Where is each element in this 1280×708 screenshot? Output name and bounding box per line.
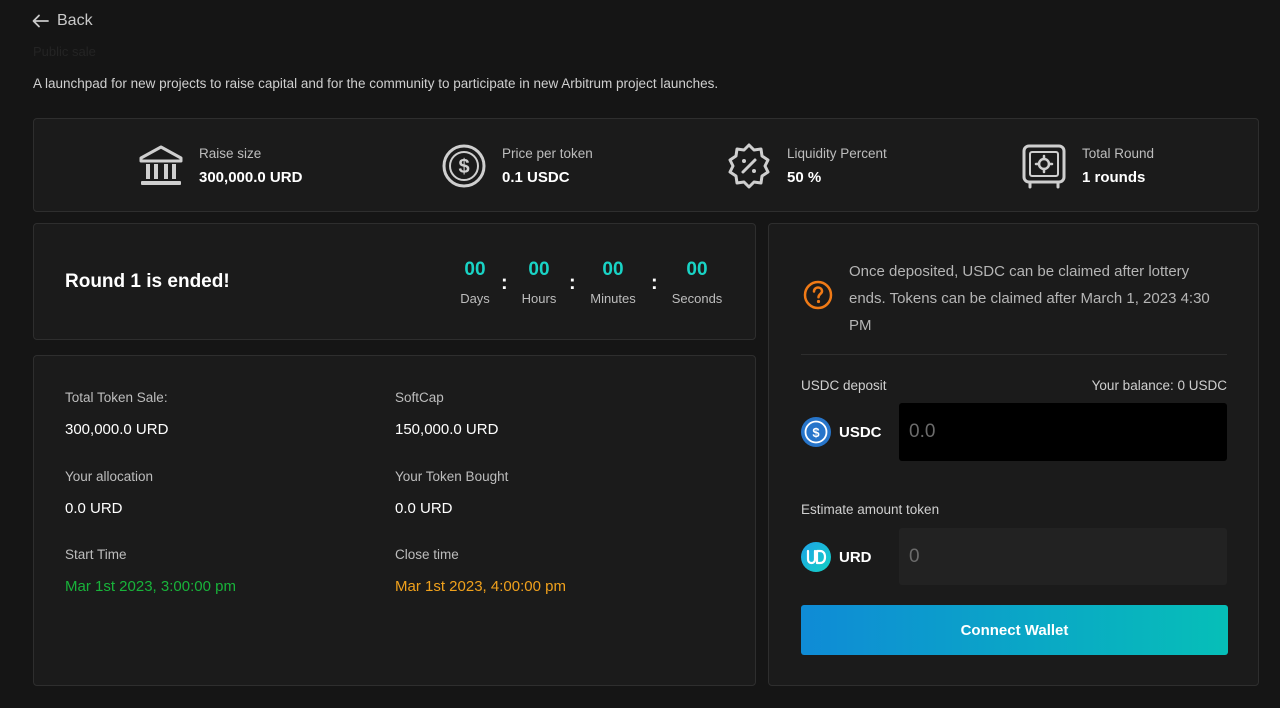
- stats-bar: Raise size 300,000.0 URD $ Price per tok…: [33, 118, 1259, 212]
- dollar-coin-icon: $: [440, 142, 488, 190]
- estimate-amount-label: Estimate amount token: [801, 502, 940, 517]
- sale-info-card: Total Token Sale: 300,000.0 URD SoftCap …: [33, 355, 756, 686]
- divider: [801, 354, 1227, 355]
- deposit-notice: Once deposited, USDC can be claimed afte…: [849, 263, 1210, 334]
- back-button[interactable]: Back: [32, 12, 93, 30]
- stat-total-round: Total Round 1 rounds: [1020, 119, 1154, 213]
- urd-coin-icon: [801, 542, 831, 572]
- stat-liquidity-percent: Liquidity Percent 50 %: [725, 119, 887, 213]
- stat-label: Total Round: [1082, 146, 1155, 161]
- stat-label: Price per token: [502, 146, 593, 161]
- svg-text:$: $: [812, 425, 820, 440]
- countdown-hours-label: Hours: [521, 291, 557, 306]
- your-token-bought-label: Your Token Bought: [395, 469, 509, 484]
- urd-token: URD: [801, 542, 872, 572]
- usdc-deposit-label: USDC deposit: [801, 378, 887, 393]
- round-status-title: Round 1 is ended!: [65, 271, 230, 292]
- stat-value: 1 rounds: [1082, 169, 1146, 186]
- usdc-token-label: USDC: [839, 423, 882, 441]
- urd-token-label: URD: [839, 548, 872, 566]
- softcap-value: 150,000.0 URD: [395, 421, 499, 438]
- start-time-value: Mar 1st 2023, 3:00:00 pm: [65, 578, 236, 595]
- stat-value: 0.1 USDC: [502, 169, 570, 186]
- estimate-amount-field: 0: [899, 528, 1227, 585]
- round-status-card: Round 1 is ended! 00 Days : 00 Hours : 0…: [33, 223, 756, 340]
- countdown-separator: :: [569, 272, 576, 294]
- stat-price-per-token: $ Price per token 0.1 USDC: [440, 119, 593, 213]
- countdown-minutes: 00: [602, 259, 624, 280]
- your-allocation-value: 0.0 URD: [65, 500, 123, 517]
- countdown-hours: 00: [528, 259, 550, 280]
- safe-icon: [1020, 142, 1068, 190]
- usdc-coin-icon: $: [801, 417, 831, 447]
- svg-text:$: $: [458, 156, 469, 178]
- breadcrumb: Public sale: [33, 44, 96, 59]
- usdc-deposit-input[interactable]: [909, 421, 1227, 443]
- close-time-value: Mar 1st 2023, 4:00:00 pm: [395, 578, 566, 595]
- stat-value: 300,000.0 URD: [199, 169, 303, 186]
- countdown-days: 00: [464, 259, 486, 280]
- countdown-separator: :: [651, 272, 658, 294]
- start-time-label: Start Time: [65, 547, 127, 562]
- deposit-panel: Once deposited, USDC can be claimed afte…: [768, 223, 1259, 686]
- percent-badge-icon: [725, 142, 773, 190]
- softcap-label: SoftCap: [395, 390, 444, 405]
- countdown-days-label: Days: [460, 291, 490, 306]
- bank-icon: [137, 142, 185, 190]
- page-description: A launchpad for new projects to raise ca…: [33, 76, 719, 91]
- countdown-minutes-label: Minutes: [590, 291, 636, 306]
- countdown-seconds: 00: [686, 259, 708, 280]
- usdc-deposit-field[interactable]: [899, 403, 1227, 461]
- back-label: Back: [57, 12, 93, 29]
- arrow-left-icon: [32, 14, 49, 28]
- stat-value: 50 %: [787, 169, 822, 186]
- close-time-label: Close time: [395, 547, 459, 562]
- usdc-token: $ USDC: [801, 417, 882, 447]
- countdown-seconds-label: Seconds: [671, 291, 723, 306]
- stat-label: Liquidity Percent: [787, 146, 887, 161]
- your-token-bought-value: 0.0 URD: [395, 500, 453, 517]
- balance-text: Your balance: 0 USDC: [1091, 378, 1227, 393]
- connect-wallet-button[interactable]: Connect Wallet: [801, 605, 1228, 655]
- estimate-amount-value: 0: [909, 545, 920, 567]
- stat-raise-size: Raise size 300,000.0 URD: [137, 119, 302, 213]
- stat-label: Raise size: [199, 146, 262, 161]
- total-token-sale-label: Total Token Sale:: [65, 390, 168, 405]
- your-allocation-label: Your allocation: [65, 469, 154, 484]
- question-circle-icon: [803, 280, 833, 310]
- total-token-sale-value: 300,000.0 URD: [65, 421, 169, 438]
